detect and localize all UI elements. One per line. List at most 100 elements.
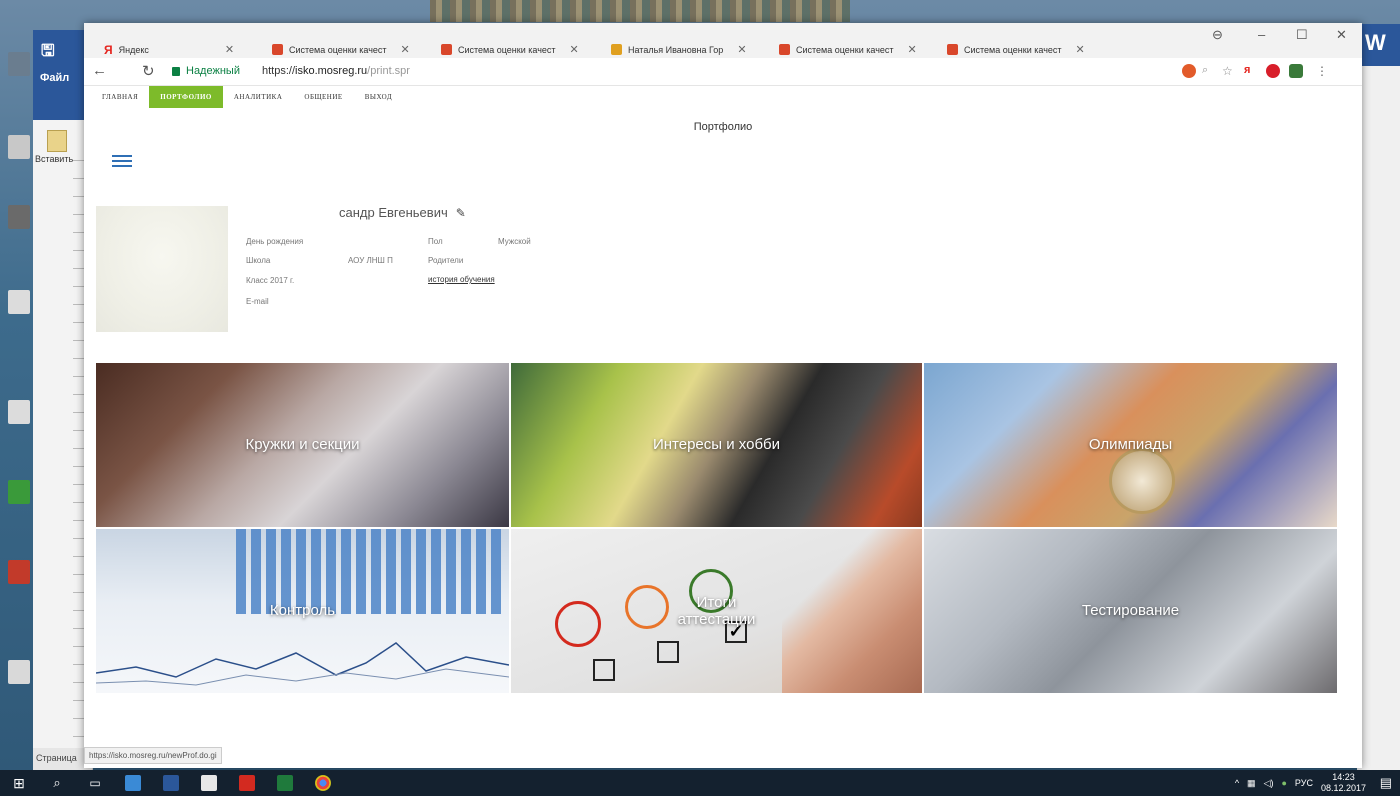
- checkbox-empty-icon: [593, 659, 615, 681]
- birthdate-label: День рождения: [246, 237, 304, 246]
- site-favicon-icon: [779, 44, 790, 55]
- url-field[interactable]: https://isko.mosreg.ru/print.spr: [262, 65, 410, 77]
- taskbar-app[interactable]: [266, 770, 304, 796]
- medal-icon: [1109, 448, 1175, 514]
- tile-interests[interactable]: Интересы и хобби: [511, 363, 922, 527]
- clock-time: 14:23: [1332, 772, 1355, 782]
- history-link[interactable]: история обучения: [428, 275, 495, 284]
- tile-label: Интересы и хобби: [652, 436, 781, 454]
- yandex-extension-icon[interactable]: я: [1244, 64, 1258, 78]
- search-icon[interactable]: ⌕: [1202, 64, 1216, 78]
- close-tab-icon[interactable]: ✕: [401, 43, 410, 56]
- lock-icon: [172, 66, 180, 76]
- tile-clubs[interactable]: Кружки и секции: [96, 363, 509, 527]
- checkbox-empty-icon: [657, 641, 679, 663]
- portfolio-tiles: Кружки и секции Интересы и хобби Олимпиа…: [96, 363, 1337, 693]
- word-status-text: Страница: [36, 753, 77, 763]
- word-window-right: W: [1357, 24, 1400, 770]
- menu-dots-icon[interactable]: ⋮: [1316, 64, 1330, 78]
- taskbar-app[interactable]: [228, 770, 266, 796]
- browser-tab[interactable]: Система оценки качест ✕: [272, 41, 410, 58]
- profile-name-text: сандр Евгеньевич: [339, 205, 448, 220]
- language-indicator[interactable]: РУС: [1295, 778, 1313, 788]
- parents-label: Родители: [428, 256, 464, 265]
- search-button[interactable]: ⌕: [38, 770, 76, 796]
- extension-badge-icon[interactable]: [1289, 64, 1303, 78]
- tab-label: Система оценки качест: [458, 44, 556, 55]
- nav-portfolio[interactable]: ПОРТФОЛИО: [149, 86, 223, 108]
- close-window-icon[interactable]: ✕: [1336, 27, 1347, 43]
- tab-strip: Я Яндекс ✕ Система оценки качест ✕ Систе…: [84, 23, 1362, 58]
- search-icon: ⌕: [53, 775, 61, 790]
- close-tab-icon[interactable]: ✕: [737, 43, 746, 56]
- site-navigation: ГЛАВНАЯ ПОРТФОЛИО АНАЛИТИКА ОБЩЕНИЕ ВЫХО…: [84, 86, 1362, 108]
- close-tab-icon[interactable]: ✕: [908, 43, 917, 56]
- network-icon[interactable]: ▦: [1247, 778, 1256, 789]
- contact-favicon-icon: [611, 44, 622, 55]
- profile-name: сандр Евгеньевич ✎: [339, 205, 466, 220]
- taskbar-app[interactable]: [114, 770, 152, 796]
- task-view-icon: ▭: [89, 776, 101, 790]
- nav-main[interactable]: ГЛАВНАЯ: [91, 86, 149, 108]
- taskbar: ⊞ ⌕ ▭ ^ ▦ ◁) ● РУС 14:23 08.12.2017 ▤: [0, 770, 1400, 796]
- nav-communication[interactable]: ОБЩЕНИЕ: [293, 86, 353, 108]
- save-icon[interactable]: 🖫: [41, 40, 55, 67]
- hamburger-menu-icon[interactable]: [112, 155, 132, 167]
- back-arrow-icon[interactable]: ←: [92, 62, 107, 79]
- gender-label: Пол: [428, 237, 443, 246]
- tile-control[interactable]: Контроль: [96, 529, 509, 693]
- browser-tab[interactable]: Система оценки качест ✕: [441, 41, 579, 58]
- mail-icon: [201, 775, 217, 791]
- volume-icon[interactable]: ◁): [1264, 778, 1274, 789]
- nav-logout[interactable]: ВЫХОД: [354, 86, 403, 108]
- yandex-icon: Я: [104, 42, 113, 57]
- profile-icon[interactable]: ⊖: [1212, 27, 1223, 43]
- excel-icon: [277, 775, 293, 791]
- tab-label: Система оценки качест: [964, 44, 1062, 55]
- site-favicon-icon: [441, 44, 452, 55]
- paste-icon[interactable]: [47, 130, 67, 152]
- close-tab-icon[interactable]: ✕: [570, 43, 579, 56]
- start-button[interactable]: ⊞: [0, 770, 38, 796]
- antivirus-icon[interactable]: [1266, 64, 1280, 78]
- browser-tab[interactable]: Система оценки качест ✕: [779, 41, 917, 58]
- tile-olympiads[interactable]: Олимпиады: [924, 363, 1337, 527]
- desktop-wallpaper-art: [430, 0, 850, 22]
- extension-icon[interactable]: [1182, 64, 1196, 78]
- taskbar-app[interactable]: [152, 770, 190, 796]
- tray-app-icon[interactable]: ●: [1281, 778, 1286, 788]
- edit-pencil-icon[interactable]: ✎: [456, 206, 466, 220]
- school-value: АОУ ЛНШ П: [348, 256, 393, 265]
- taskbar-app[interactable]: [190, 770, 228, 796]
- explorer-icon: [125, 775, 141, 791]
- taskbar-app[interactable]: [304, 770, 342, 796]
- clock-date: 08.12.2017: [1320, 783, 1366, 793]
- tab-label: Яндекс: [118, 44, 149, 55]
- tile-testing[interactable]: Тестирование: [924, 529, 1337, 693]
- line-chart-decoration: [96, 642, 509, 686]
- system-tray: ^ ▦ ◁) ● РУС 14:23 08.12.2017: [1235, 770, 1400, 796]
- chrome-icon: [315, 775, 331, 791]
- maximize-icon[interactable]: ☐: [1296, 27, 1308, 43]
- paste-label[interactable]: Вставить: [35, 154, 73, 164]
- browser-tab[interactable]: Наталья Ивановна Гор ✕: [611, 41, 747, 58]
- word-icon: [163, 775, 179, 791]
- secure-indicator[interactable]: Надежный: [172, 65, 240, 77]
- tile-attestation[interactable]: ✓ Итоги аттестации: [511, 529, 922, 693]
- nav-analytics[interactable]: АНАЛИТИКА: [223, 86, 294, 108]
- minimize-icon[interactable]: –: [1258, 27, 1265, 42]
- word-logo-icon: W: [1357, 24, 1400, 66]
- clock[interactable]: 14:23 08.12.2017: [1321, 772, 1366, 794]
- school-label: Школа: [246, 256, 271, 265]
- hand-decoration: [782, 529, 922, 693]
- close-tab-icon[interactable]: ✕: [1076, 43, 1085, 56]
- close-tab-icon[interactable]: ✕: [225, 43, 234, 56]
- task-view-button[interactable]: ▭: [76, 770, 114, 796]
- star-icon[interactable]: ☆: [1222, 64, 1236, 78]
- tray-chevron-icon[interactable]: ^: [1235, 778, 1239, 788]
- browser-tab[interactable]: Система оценки качест ✕: [947, 41, 1085, 58]
- notifications-icon[interactable]: ▤: [1380, 775, 1392, 791]
- browser-tab[interactable]: Я Яндекс ✕: [104, 41, 234, 58]
- word-file-tab[interactable]: Файл: [40, 72, 69, 84]
- reload-icon[interactable]: ↻: [142, 62, 155, 80]
